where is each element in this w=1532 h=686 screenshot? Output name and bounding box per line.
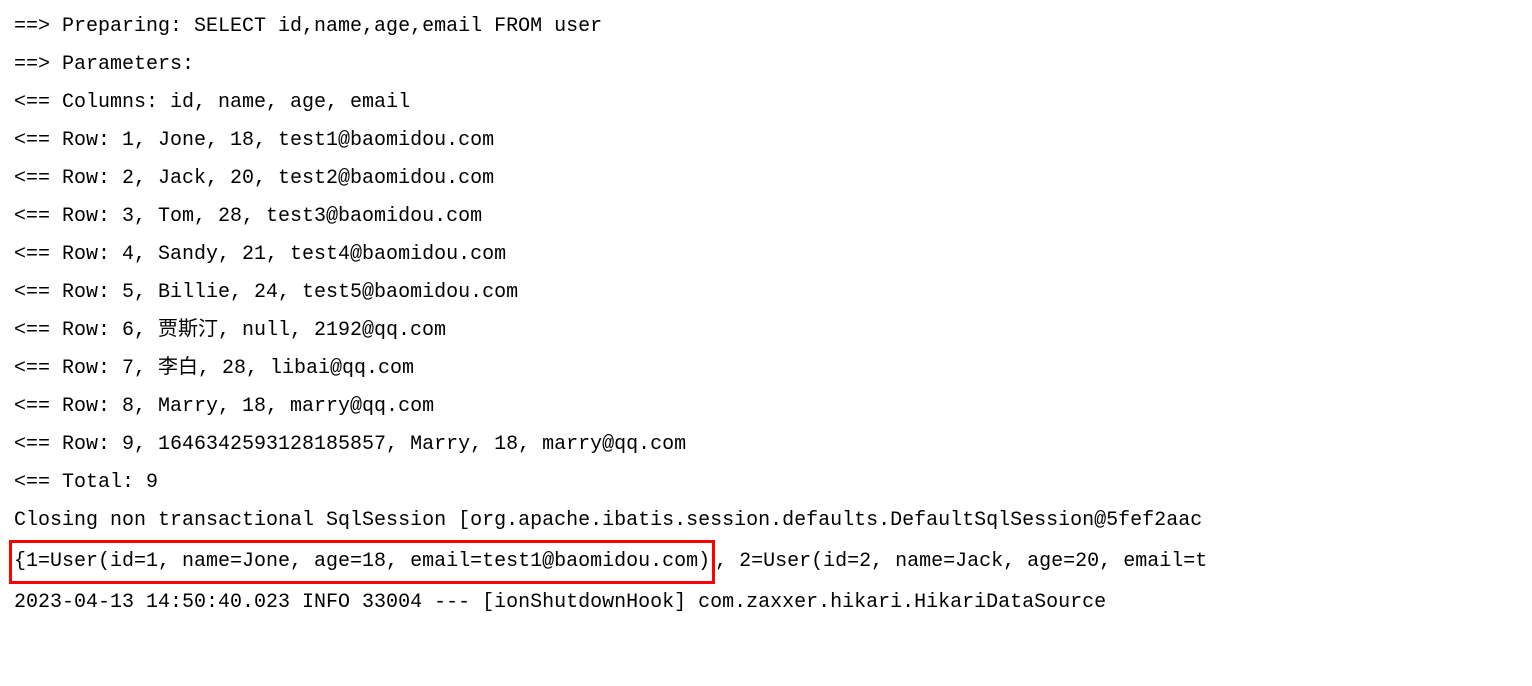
log-line-total: <== Total: 9 bbox=[14, 464, 1518, 502]
log-line-closing: Closing non transactional SqlSession [or… bbox=[14, 502, 1518, 540]
log-line-row-9: <== Row: 9, 1646342593128185857, Marry, … bbox=[14, 426, 1518, 464]
log-line-row-6: <== Row: 6, 贾斯汀, null, 2192@qq.com bbox=[14, 312, 1518, 350]
log-line-parameters: ==> Parameters: bbox=[14, 46, 1518, 84]
log-line-result-map: {1=User(id=1, name=Jone, age=18, email=t… bbox=[14, 540, 1518, 584]
log-line-row-7: <== Row: 7, 李白, 28, libai@qq.com bbox=[14, 350, 1518, 388]
log-line-row-4: <== Row: 4, Sandy, 21, test4@baomidou.co… bbox=[14, 236, 1518, 274]
highlight-box: {1=User(id=1, name=Jone, age=18, email=t… bbox=[9, 540, 715, 584]
log-line-row-2: <== Row: 2, Jack, 20, test2@baomidou.com bbox=[14, 160, 1518, 198]
log-line-timestamp: 2023-04-13 14:50:40.023 INFO 33004 --- [… bbox=[14, 584, 1518, 622]
log-line-row-5: <== Row: 5, Billie, 24, test5@baomidou.c… bbox=[14, 274, 1518, 312]
result-map-rest: , 2=User(id=2, name=Jack, age=20, email=… bbox=[715, 550, 1207, 573]
log-line-row-8: <== Row: 8, Marry, 18, marry@qq.com bbox=[14, 388, 1518, 426]
log-line-row-1: <== Row: 1, Jone, 18, test1@baomidou.com bbox=[14, 122, 1518, 160]
log-line-row-3: <== Row: 3, Tom, 28, test3@baomidou.com bbox=[14, 198, 1518, 236]
log-line-columns: <== Columns: id, name, age, email bbox=[14, 84, 1518, 122]
log-line-preparing: ==> Preparing: SELECT id,name,age,email … bbox=[14, 8, 1518, 46]
